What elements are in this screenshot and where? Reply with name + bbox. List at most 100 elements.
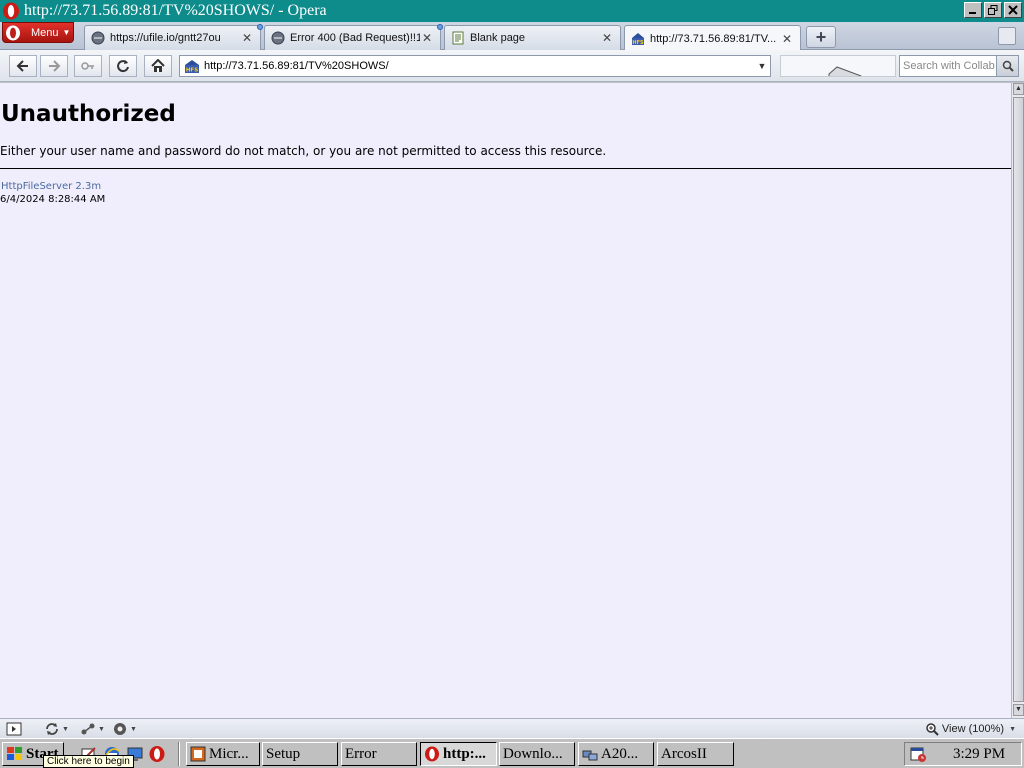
thumbnail-graphic-icon (828, 66, 862, 76)
hfs-icon: HFS (632, 32, 644, 46)
server-timestamp: 6/4/2024 8:28:44 AM (0, 194, 106, 205)
tab-error-400[interactable]: Error 400 (Bad Request)!!1 ✕ (264, 24, 443, 50)
divider (0, 168, 1011, 169)
page-heading: Unauthorized (1, 101, 176, 127)
vertical-scrollbar[interactable]: ▲ ▼ (1011, 83, 1024, 718)
navigation-toolbar: HFS http://73.71.56.89:81/TV%20SHOWS/ ▼ … (0, 50, 1024, 82)
error-message: Either your user name and password do no… (0, 144, 607, 158)
address-bar[interactable]: HFS http://73.71.56.89:81/TV%20SHOWS/ ▼ (179, 55, 771, 77)
tab-hfs-tv-shows[interactable]: HFS http://73.71.56.89:81/TV... ✕ (624, 25, 801, 51)
opera-menu-button[interactable]: Menu ▼ (2, 22, 74, 43)
tab-ufile[interactable]: https://ufile.io/gntt27ou ✕ (84, 24, 263, 50)
close-tab-icon[interactable]: ✕ (240, 31, 254, 45)
chevron-down-icon: ▼ (98, 725, 105, 733)
close-tab-icon[interactable]: ✕ (780, 32, 794, 46)
taskbar-button-label: A20... (601, 745, 639, 762)
zoom-control[interactable]: View (100%) ▼ (925, 721, 1016, 737)
search-field[interactable]: Search with Collab (899, 55, 1019, 77)
tab-blank-page[interactable]: Blank page ✕ (444, 25, 621, 50)
plus-icon: + (815, 26, 827, 47)
minimize-icon (969, 12, 976, 14)
wand-button[interactable] (74, 55, 102, 77)
scroll-down-arrow-icon[interactable]: ▼ (1013, 704, 1024, 716)
closed-tabs-trash-button[interactable] (998, 27, 1016, 45)
taskbar-button-a20[interactable]: A20... (578, 742, 654, 766)
opera-logo-icon (3, 2, 19, 20)
taskbar-button-downloads[interactable]: Downlo... (499, 742, 575, 766)
taskbar-button-opera[interactable]: http:... (420, 742, 497, 766)
turbo-button[interactable]: ▼ (112, 721, 137, 737)
turbo-icon (114, 723, 126, 735)
taskbar-separator (178, 742, 180, 766)
restore-icon (988, 5, 998, 15)
taskbar-button-error[interactable]: Error (341, 742, 417, 766)
chevron-down-icon: ▼ (62, 28, 71, 37)
svg-text:HFS: HFS (632, 40, 644, 46)
menu-label: Menu (31, 26, 59, 39)
tab-activity-indicator (257, 24, 263, 30)
chevron-down-icon: ▼ (62, 725, 69, 733)
sync-button[interactable]: ▼ (44, 721, 69, 737)
taskbar-button-label: http:... (443, 745, 486, 762)
unite-icon (81, 723, 95, 735)
taskbar-clock[interactable]: 3:29 PM (953, 746, 1005, 763)
forward-arrow-icon (49, 60, 61, 72)
chevron-down-icon: ▼ (1009, 725, 1016, 733)
reload-icon (117, 60, 129, 73)
panel-toggle-button[interactable] (6, 721, 22, 737)
key-icon (81, 62, 94, 70)
page-icon (452, 31, 464, 45)
back-arrow-icon (16, 60, 28, 72)
chevron-down-icon[interactable]: ▼ (754, 61, 770, 71)
taskbar-button-label: ArcosII (661, 745, 707, 762)
reload-button[interactable] (109, 55, 137, 77)
window-controls (964, 2, 1022, 18)
close-button[interactable] (1004, 2, 1022, 18)
status-bar: ▼ ▼ ▼ View (100%) ▼ (0, 718, 1024, 738)
opera-logo-icon (425, 746, 439, 762)
windows-taskbar: Start Micr... Setup Error http:... Downl… (0, 738, 1024, 768)
taskbar-button-label: Error (345, 745, 377, 762)
screen: http://73.71.56.89:81/TV%20SHOWS/ - Oper… (0, 0, 1024, 768)
task-scheduler-icon[interactable] (909, 745, 927, 763)
system-tray: 3:29 PM (904, 742, 1022, 766)
close-tab-icon[interactable]: ✕ (420, 31, 434, 45)
zoom-icon (926, 723, 939, 736)
taskbar-button-arcosii[interactable]: ArcosII (657, 742, 734, 766)
taskbar-button-microsoft[interactable]: Micr... (186, 742, 260, 766)
forward-button[interactable] (40, 55, 68, 77)
opera-logo-icon (6, 25, 20, 40)
tab-strip: Menu ▼ https://ufile.io/gntt27ou ✕ Error… (0, 22, 1024, 51)
start-tooltip: Click here to begin (43, 755, 134, 768)
new-tab-button[interactable]: + (806, 26, 836, 48)
search-icon (1002, 60, 1014, 72)
back-button[interactable] (9, 55, 37, 77)
tab-label: Blank page (470, 32, 526, 44)
minimize-button[interactable] (964, 2, 982, 18)
home-button[interactable] (144, 55, 172, 77)
office-icon (190, 746, 206, 762)
globe-icon (271, 31, 285, 45)
tab-activity-indicator (437, 24, 443, 30)
network-icon (582, 750, 598, 761)
restore-button[interactable] (984, 2, 1002, 18)
scrollbar-thumb[interactable] (1013, 97, 1024, 702)
speed-dial-thumbnail[interactable] (780, 55, 896, 77)
unite-button[interactable]: ▼ (80, 721, 105, 737)
window-titlebar[interactable]: http://73.71.56.89:81/TV%20SHOWS/ - Oper… (0, 0, 1024, 22)
panel-icon (6, 722, 22, 736)
home-icon (151, 59, 165, 72)
close-tab-icon[interactable]: ✕ (600, 31, 614, 45)
opera-logo-icon[interactable] (148, 745, 166, 763)
taskbar-button-setup[interactable]: Setup (262, 742, 338, 766)
hfs-icon: HFS (185, 60, 199, 73)
search-button[interactable] (996, 56, 1018, 76)
taskbar-button-label: Downlo... (503, 745, 563, 762)
server-link[interactable]: HttpFileServer 2.3m (1, 181, 101, 192)
taskbar-button-label: Micr... (209, 745, 249, 762)
window-title: http://73.71.56.89:81/TV%20SHOWS/ - Oper… (24, 2, 327, 19)
scroll-up-arrow-icon[interactable]: ▲ (1013, 83, 1024, 95)
globe-icon (91, 31, 105, 45)
windows-logo-icon (7, 747, 22, 760)
tab-label: Error 400 (Bad Request)!!1 (290, 32, 420, 44)
